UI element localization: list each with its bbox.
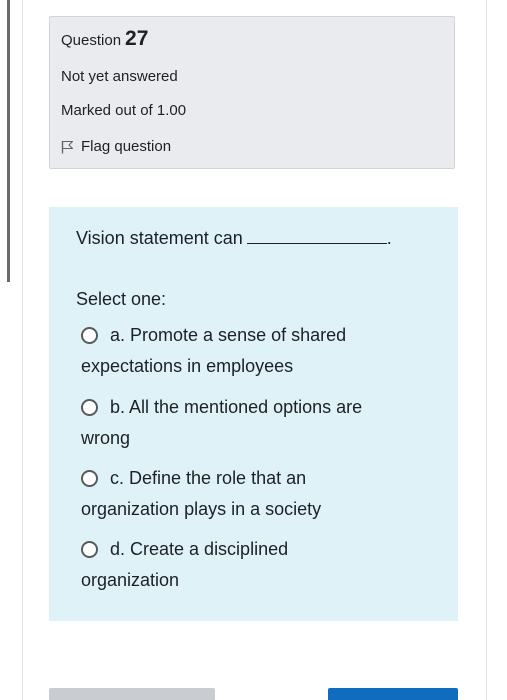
option-line-2: organization plays in a society xyxy=(81,499,322,519)
answer-blank xyxy=(246,231,387,244)
option-line-1: a. Promote a sense of shared xyxy=(110,325,347,345)
previous-page-button[interactable] xyxy=(49,688,215,700)
radio-button[interactable] xyxy=(81,470,98,487)
flag-question-label: Flag question xyxy=(81,138,172,155)
answer-option-d[interactable]: d. Create a disciplined organization xyxy=(81,534,421,596)
question-number: 27 xyxy=(125,27,149,50)
option-label: d. Create a disciplined organization xyxy=(81,534,289,596)
next-page-button[interactable] xyxy=(328,688,458,700)
question-trailing: . xyxy=(386,228,392,248)
answer-option-c[interactable]: c. Define the role that an organization … xyxy=(81,463,421,525)
question-info-panel: Question 27 Not yet answered Marked out o… xyxy=(49,16,455,169)
option-line-2: expectations in employees xyxy=(81,356,294,376)
option-line-2: wrong xyxy=(81,428,131,448)
radio-button[interactable] xyxy=(81,327,98,344)
answer-option-b[interactable]: b. All the mentioned options are wrong xyxy=(81,392,421,454)
flag-icon xyxy=(61,140,74,153)
question-content: Vision statement can. Select one: a. Pro… xyxy=(49,207,458,621)
scroll-indicator xyxy=(7,0,10,282)
question-title: Question 27 xyxy=(61,27,148,51)
option-label: a. Promote a sense of shared expectation… xyxy=(81,320,347,382)
select-prompt: Select one: xyxy=(76,289,167,309)
option-line-1: b. All the mentioned options are xyxy=(110,397,363,417)
question-stem: Vision statement can xyxy=(76,228,243,248)
option-label: c. Define the role that an organization … xyxy=(81,463,321,525)
question-state: Not yet answered xyxy=(61,68,178,85)
option-line-1: d. Create a disciplined xyxy=(110,539,289,559)
question-grade: Marked out of 1.00 xyxy=(61,102,187,119)
option-line-2: organization xyxy=(81,570,180,590)
question-label: Question xyxy=(61,32,122,49)
question-text: Vision statement can. xyxy=(76,228,392,249)
flag-question-link[interactable]: Flag question xyxy=(61,138,171,155)
option-label: b. All the mentioned options are wrong xyxy=(81,392,363,454)
radio-button[interactable] xyxy=(81,399,98,416)
radio-button[interactable] xyxy=(81,541,98,558)
answer-option-a[interactable]: a. Promote a sense of shared expectation… xyxy=(81,320,421,382)
option-line-1: c. Define the role that an xyxy=(110,468,307,488)
